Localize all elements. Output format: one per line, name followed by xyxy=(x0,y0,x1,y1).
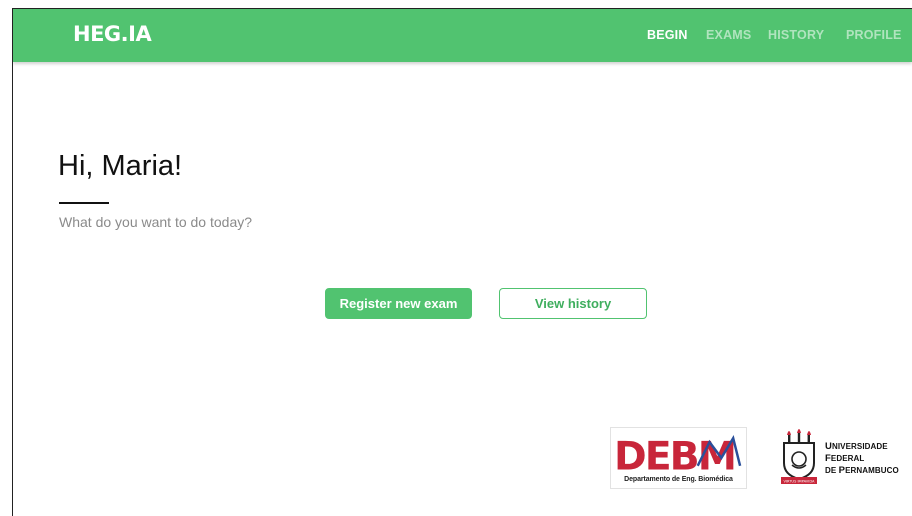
debm-logo-mark: DEBM xyxy=(614,434,742,474)
register-new-exam-button[interactable]: Register new exam xyxy=(325,288,472,319)
ufpe-line-3: DE PERNAMBUCO xyxy=(825,465,899,476)
ufpe-line-2-rest: EDERAL xyxy=(830,454,865,463)
nav-begin[interactable]: BEGIN xyxy=(647,28,688,42)
nav-exams[interactable]: EXAMS xyxy=(706,28,751,42)
ufpe-crest-icon: VIRTUS IMPAVIDA xyxy=(781,429,817,484)
ufpe-wordmark: UNIVERSIDADE FEDERAL DE PERNAMBUCO xyxy=(825,441,899,477)
app-window: HEG.IA BEGIN EXAMS HISTORY PROFILE Hi, M… xyxy=(12,8,912,516)
ufpe-line-3-rest: ERNAMBUCO xyxy=(845,466,899,475)
ufpe-line-1-rest: NIVERSIDADE xyxy=(831,442,888,451)
greeting-heading: Hi, Maria! xyxy=(58,150,183,182)
debm-logo: DEBM Departamento de Eng. Biomédica xyxy=(610,427,747,489)
heading-divider xyxy=(59,202,109,204)
top-navbar: HEG.IA BEGIN EXAMS HISTORY PROFILE xyxy=(13,9,912,62)
ufpe-line-1: UNIVERSIDADE xyxy=(825,441,888,452)
nav-history[interactable]: HISTORY xyxy=(768,28,824,42)
view-history-button[interactable]: View history xyxy=(499,288,647,319)
ufpe-line-3-pre: DE xyxy=(825,466,839,475)
ufpe-line-2: FEDERAL xyxy=(825,453,865,464)
brand-logo[interactable]: HEG.IA xyxy=(73,22,152,46)
nav-profile[interactable]: PROFILE xyxy=(846,28,902,42)
ufpe-crest-ribbon: VIRTUS IMPAVIDA xyxy=(783,480,815,484)
debm-caption: Departamento de Eng. Biomédica xyxy=(624,476,733,483)
greeting-subtitle: What do you want to do today? xyxy=(59,214,253,230)
